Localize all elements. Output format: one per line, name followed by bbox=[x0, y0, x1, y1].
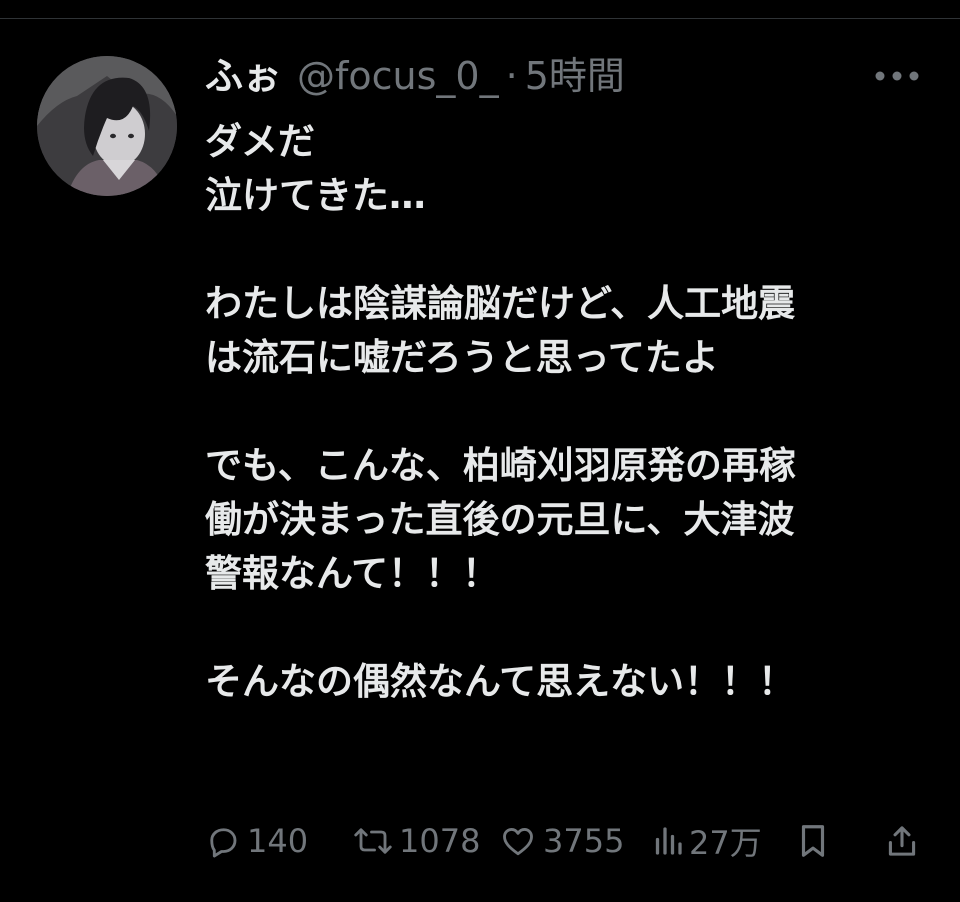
bookmark-button[interactable] bbox=[797, 816, 829, 866]
share-button[interactable] bbox=[885, 816, 919, 866]
post-text-line: でも、こんな、柏崎刈羽原発の再稼 bbox=[205, 444, 796, 487]
views-count: 27万 bbox=[689, 824, 762, 862]
like-icon bbox=[503, 828, 533, 856]
post-header: ふぉ @focus_0_ · 5時間 bbox=[205, 52, 625, 100]
views-icon bbox=[655, 827, 682, 855]
more-icon bbox=[875, 71, 919, 81]
timestamp[interactable]: 5時間 bbox=[525, 52, 625, 100]
action-bar: 140 1078 3755 27万 bbox=[205, 816, 925, 866]
post-text-blank-line bbox=[205, 223, 945, 277]
post-text-line: は流石に嘘だろうと思ってたよ bbox=[205, 336, 719, 379]
top-divider bbox=[0, 0, 960, 19]
like-count: 3755 bbox=[543, 822, 625, 860]
user-handle[interactable]: @focus_0_ bbox=[297, 52, 499, 100]
post-text-line: ダメだ bbox=[205, 120, 315, 163]
anime-character-avatar-icon bbox=[37, 56, 177, 196]
reply-button[interactable]: 140 bbox=[205, 816, 308, 866]
repost-button[interactable]: 1078 bbox=[353, 816, 480, 866]
share-icon bbox=[888, 826, 916, 856]
post-text-line: わたしは陰謀論脳だけど、人工地震 bbox=[205, 282, 796, 325]
reply-icon bbox=[210, 828, 237, 858]
post-text-blank-line bbox=[205, 601, 945, 655]
post-text-line: そんなの偶然なんて思えない！！！ bbox=[205, 660, 796, 703]
like-button[interactable]: 3755 bbox=[499, 816, 624, 866]
avatar[interactable] bbox=[37, 56, 177, 196]
post-text-line: 泣けてきた… bbox=[205, 174, 426, 217]
repost-count: 1078 bbox=[399, 822, 481, 860]
post-text-line: 警報なんて！！！ bbox=[205, 552, 500, 595]
repost-icon bbox=[354, 828, 392, 854]
post-text-blank-line bbox=[205, 385, 945, 439]
display-name[interactable]: ふぉ bbox=[205, 52, 281, 100]
more-button[interactable] bbox=[872, 58, 922, 94]
bookmark-icon bbox=[801, 825, 825, 857]
reply-count: 140 bbox=[247, 822, 309, 860]
post-text-line: 働が決まった直後の元旦に、大津波 bbox=[205, 498, 795, 541]
header-separator: · bbox=[505, 54, 518, 98]
post-text: ダメだ 泣けてきた… わたしは陰謀論脳だけど、人工地震 は流石に嘘だろうと思って… bbox=[205, 115, 945, 709]
views-button[interactable]: 27万 bbox=[653, 816, 762, 866]
